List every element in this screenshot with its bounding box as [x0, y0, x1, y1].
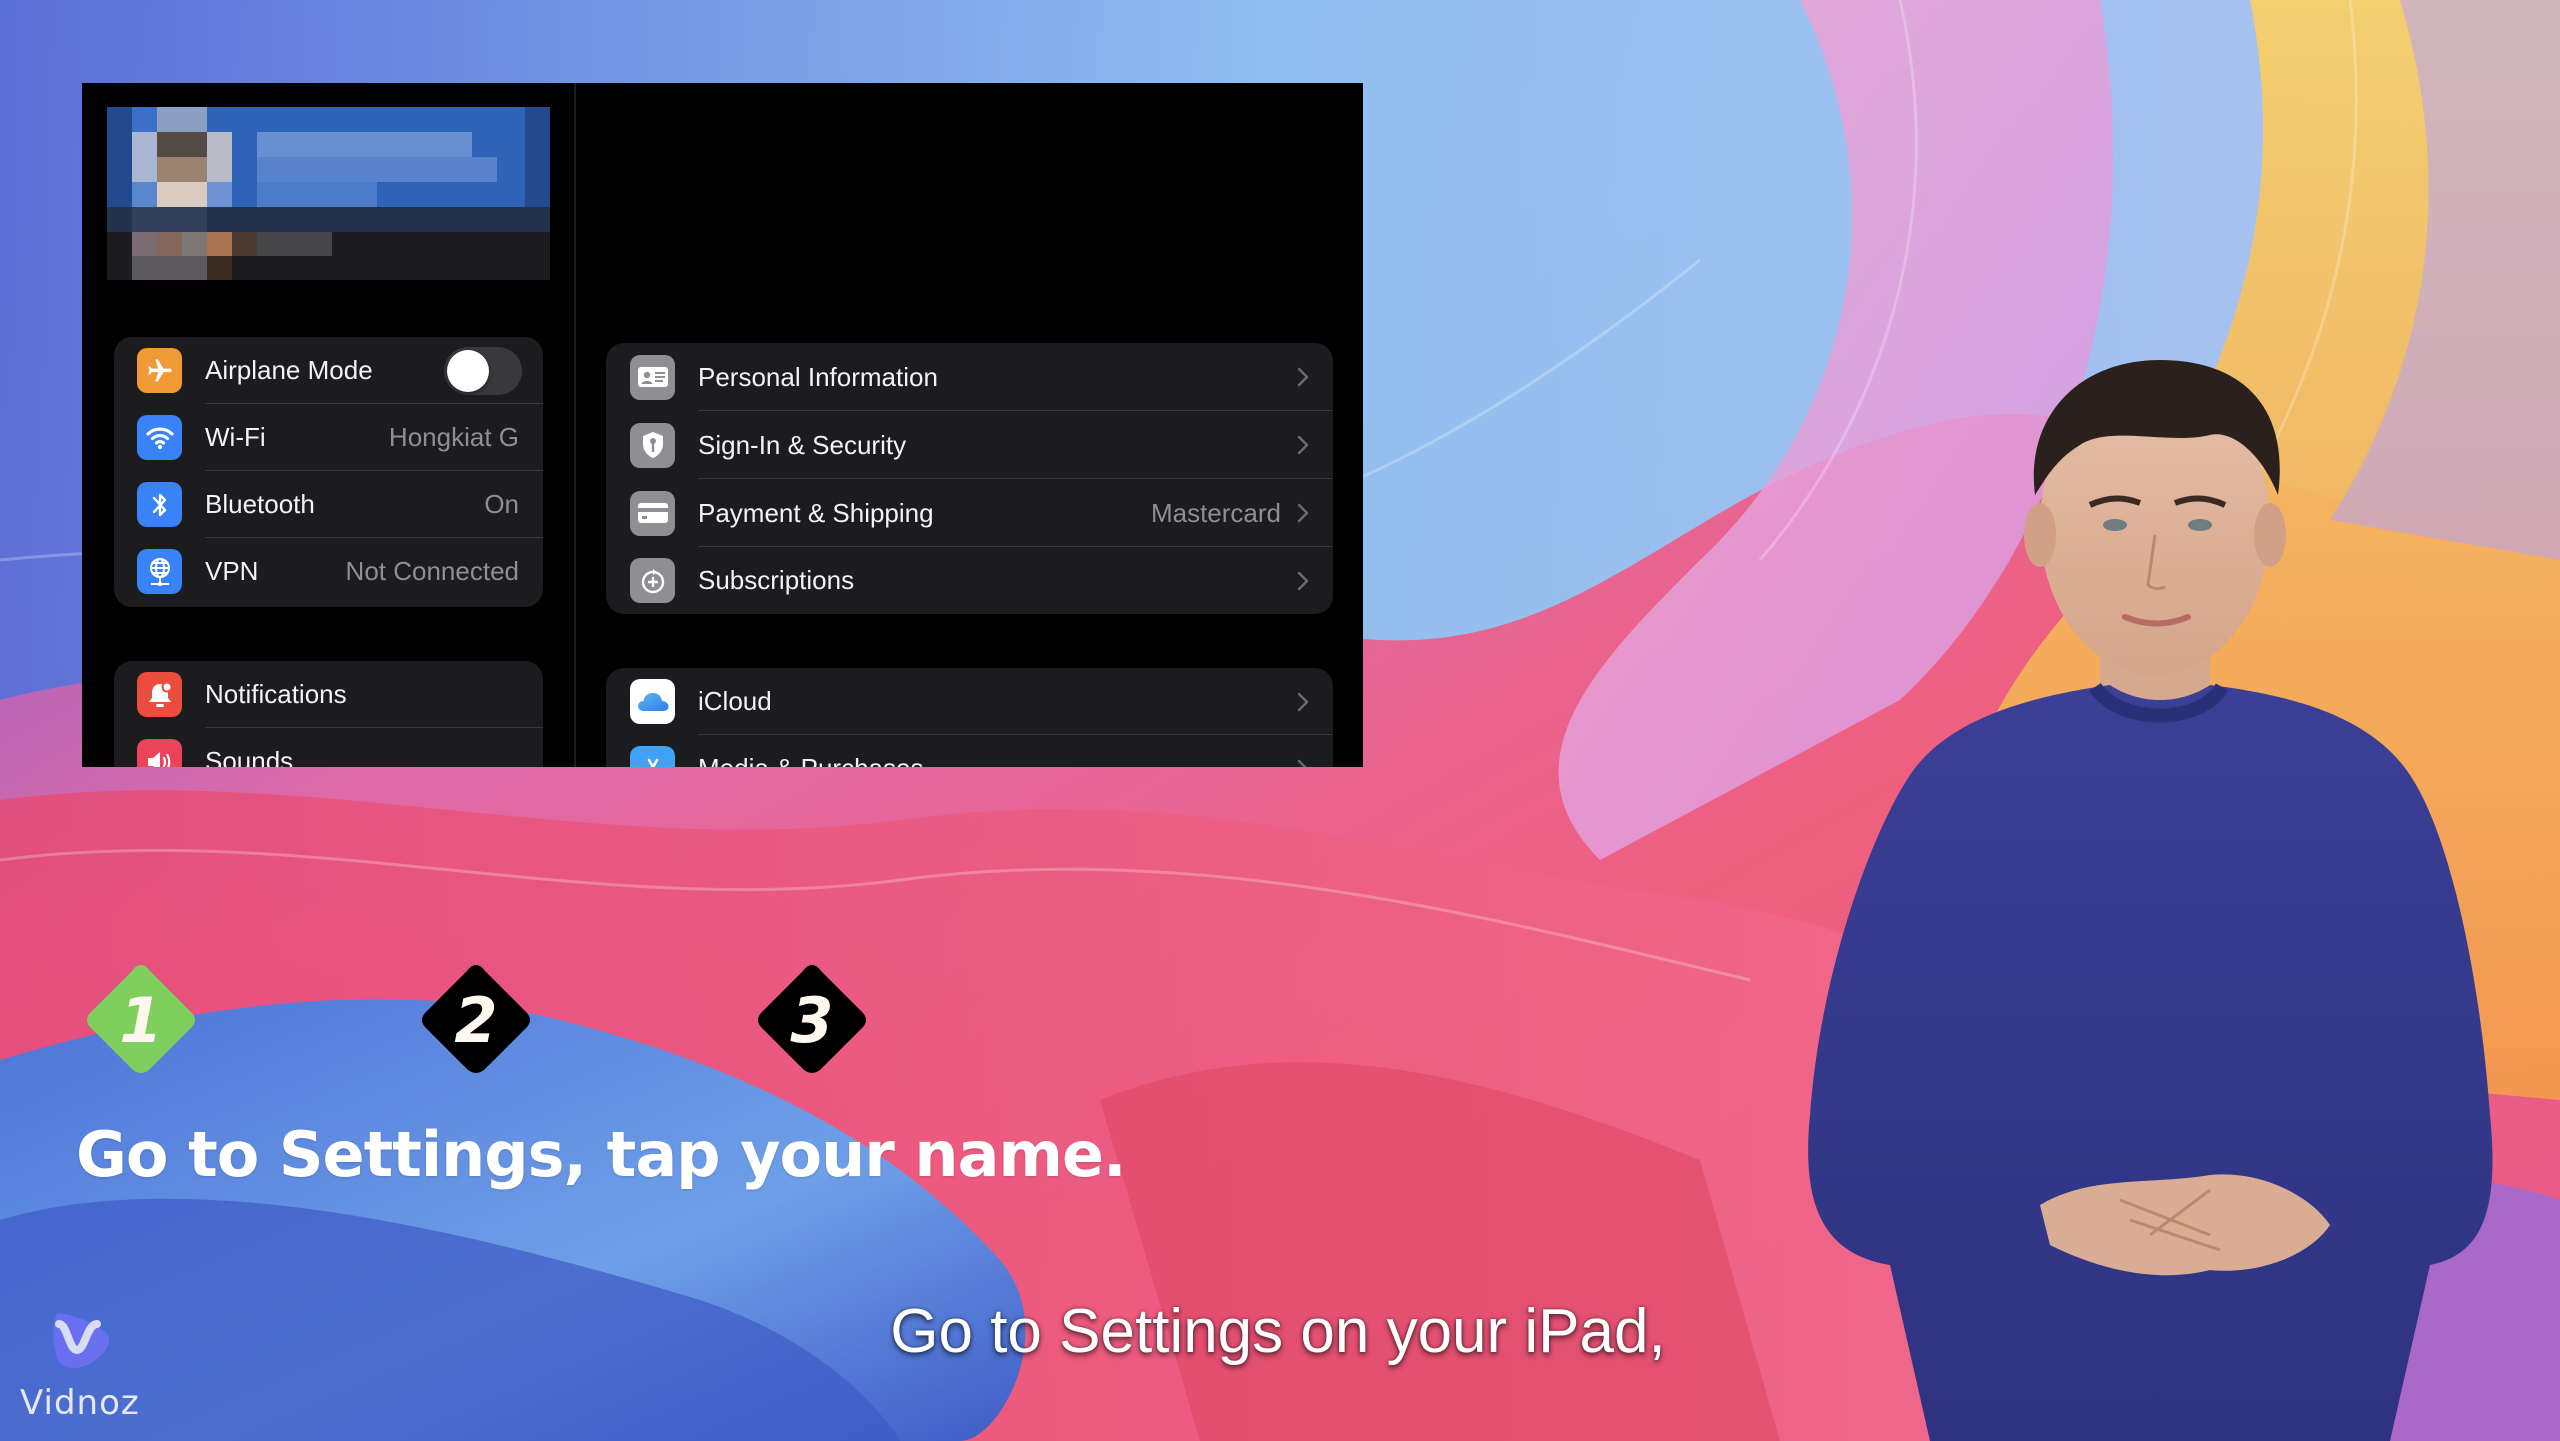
ipad-settings-screenshot: Airplane Mode Wi-Fi Hongkiat G Bluetooth… — [82, 83, 1363, 767]
vidnoz-wordmark: Vidnoz — [20, 1383, 140, 1423]
detail-item-sign-in-security[interactable]: Sign-In & Security — [606, 411, 1333, 479]
sidebar-connectivity-group: Airplane Mode Wi-Fi Hongkiat G Bluetooth… — [114, 337, 543, 607]
detail-item-icloud[interactable]: iCloud — [606, 668, 1333, 735]
chevron-right-icon — [1297, 367, 1309, 387]
app-store-icon — [630, 746, 675, 767]
sidebar-item-sounds[interactable]: Sounds — [114, 728, 543, 767]
pixelated-profile-image — [107, 107, 550, 280]
step-badge-2: 2 — [417, 961, 535, 1079]
subscriptions-label: Subscriptions — [698, 565, 855, 595]
airplane-mode-label: Airplane Mode — [205, 355, 373, 385]
vidnoz-logo-icon — [53, 1313, 110, 1368]
sidebar-item-wifi[interactable]: Wi-Fi Hongkiat G — [114, 404, 543, 471]
payment-method-value: Mastercard — [1150, 497, 1281, 528]
split-view-divider — [574, 83, 576, 767]
chevron-right-icon — [1297, 692, 1309, 711]
detail-item-media-purchases[interactable]: Media & Purchases — [606, 735, 1333, 767]
wifi-network-value: Hongkiat G — [388, 422, 519, 452]
chevron-right-icon — [1297, 435, 1309, 455]
vidnoz-watermark: Vidnoz — [20, 1305, 170, 1435]
bluetooth-status-value: On — [484, 489, 519, 519]
media-purchases-label: Media & Purchases — [698, 753, 923, 767]
bluetooth-icon — [137, 482, 182, 527]
step-badge-1: 1 — [82, 961, 200, 1079]
notifications-label: Notifications — [205, 679, 347, 709]
bluetooth-label: Bluetooth — [205, 489, 315, 519]
sidebar-notifications-group: Notifications Sounds — [114, 661, 543, 767]
apple-services-group: iCloud Media & Purchases — [606, 668, 1333, 767]
chevron-right-icon — [1297, 571, 1309, 590]
video-subtitle: Go to Settings on your iPad, — [0, 1296, 2560, 1367]
presenter-avatar — [1808, 360, 2493, 1441]
subscriptions-icon — [630, 558, 675, 603]
step-badge-3: 3 — [753, 961, 871, 1079]
sidebar-item-bluetooth[interactable]: Bluetooth On — [114, 471, 543, 538]
wifi-icon — [137, 415, 182, 460]
step-caption: Go to Settings, tap your name. — [76, 1118, 1127, 1191]
credit-card-icon — [630, 490, 675, 536]
icloud-label: iCloud — [698, 686, 772, 716]
sidebar-item-notifications[interactable]: Notifications — [114, 661, 543, 728]
bell-icon — [137, 672, 182, 717]
personal-information-label: Personal Information — [698, 361, 938, 392]
shield-key-icon — [630, 422, 675, 468]
chevron-right-icon — [1297, 759, 1308, 767]
vpn-globe-icon — [137, 549, 182, 594]
toggle-knob — [447, 350, 489, 392]
vpn-status-value: Not Connected — [345, 556, 519, 586]
sounds-label: Sounds — [205, 746, 294, 767]
step-number: 1 — [119, 983, 163, 1057]
airplane-icon — [137, 348, 182, 393]
payment-shipping-label: Payment & Shipping — [698, 497, 934, 528]
sidebar-item-airplane-mode[interactable]: Airplane Mode — [114, 337, 543, 404]
sidebar-item-vpn[interactable]: VPN Not Connected — [114, 538, 543, 605]
apple-account-group: Personal Information Sign-In & Security … — [606, 343, 1333, 614]
vpn-label: VPN — [205, 556, 259, 586]
detail-item-personal-information[interactable]: Personal Information — [606, 343, 1333, 411]
wifi-label: Wi-Fi — [205, 422, 266, 452]
chevron-right-icon — [1297, 503, 1309, 523]
detail-item-payment-shipping[interactable]: Payment & Shipping Mastercard — [606, 479, 1333, 547]
airplane-mode-toggle[interactable] — [444, 347, 522, 395]
detail-item-subscriptions[interactable]: Subscriptions — [606, 547, 1333, 614]
contact-card-icon — [630, 354, 675, 400]
step-number: 3 — [790, 983, 834, 1057]
speaker-icon — [137, 739, 182, 767]
icloud-icon — [630, 679, 675, 724]
sign-in-security-label: Sign-In & Security — [698, 429, 907, 460]
subtitle-text: Go to Settings on your iPad, — [890, 1297, 1666, 1366]
step-number: 2 — [454, 983, 498, 1057]
profile-card-blurred[interactable] — [107, 107, 550, 280]
